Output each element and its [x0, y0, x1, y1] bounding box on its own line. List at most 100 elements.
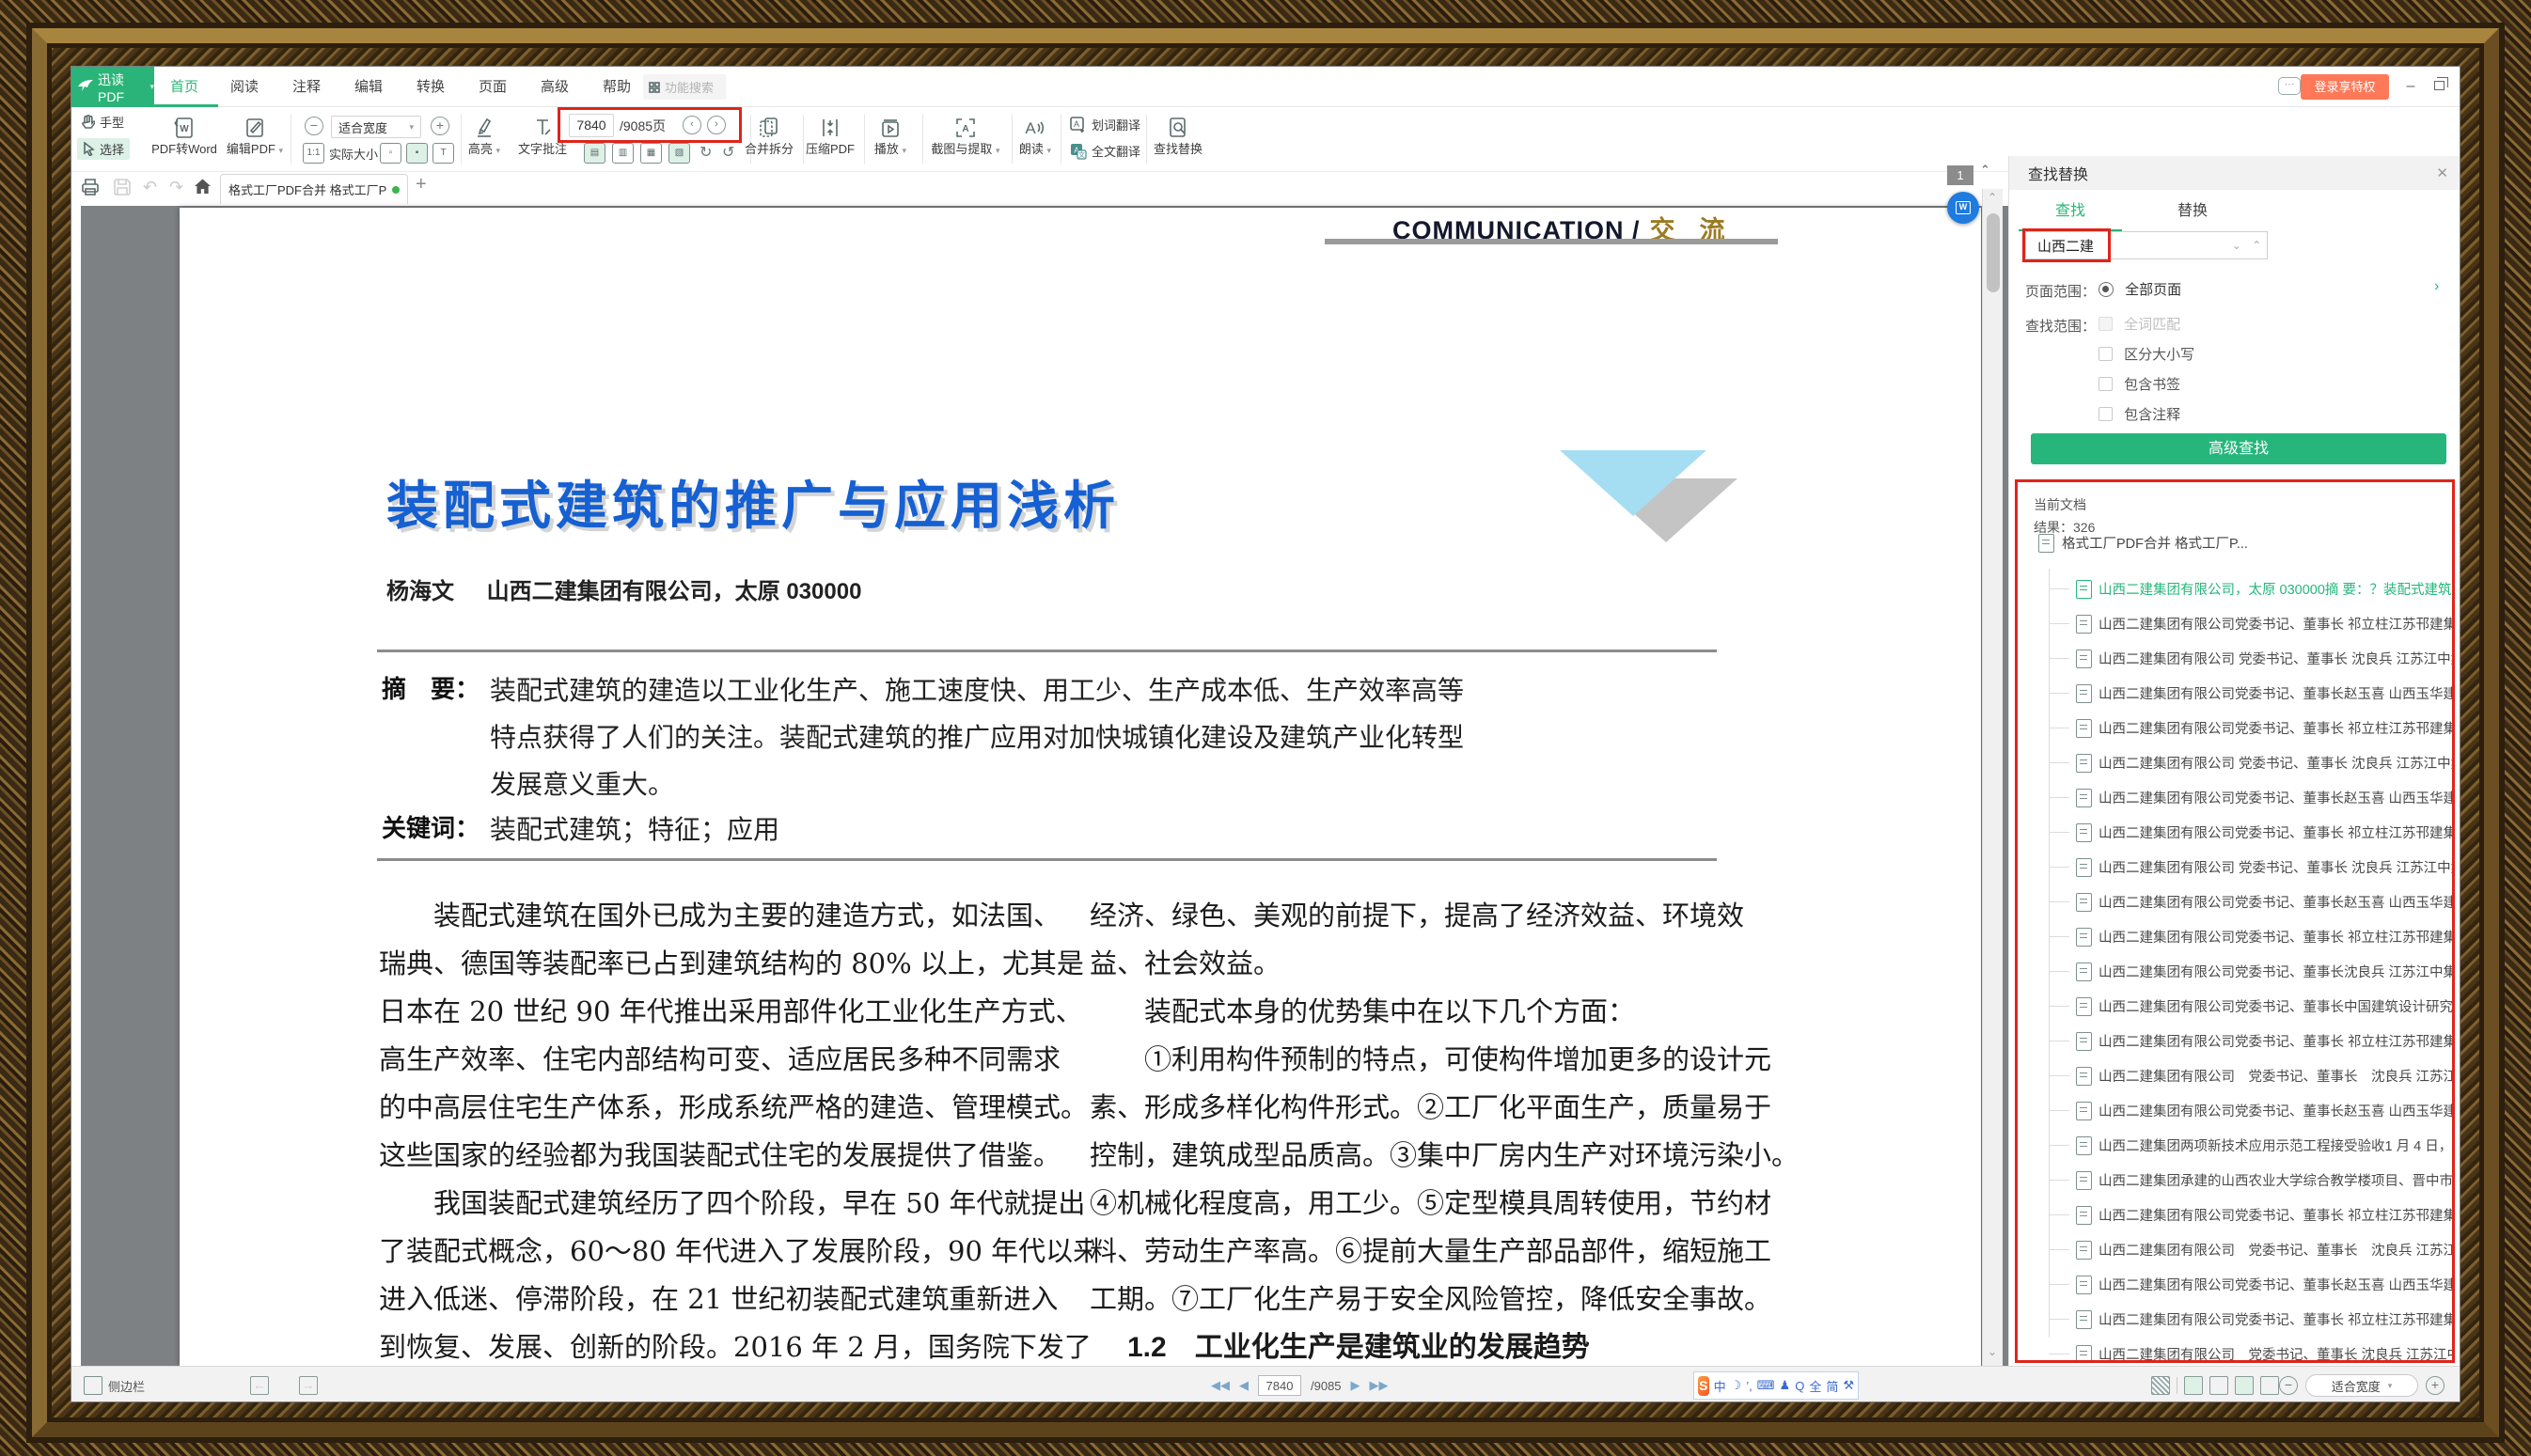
two-page-view-icon[interactable]: [2209, 1376, 2228, 1395]
edit-pdf-button[interactable]: 编辑PDF ▾: [222, 115, 288, 157]
last-page-button[interactable]: ▶▶: [1370, 1378, 1389, 1393]
prev-page-button[interactable]: ‹: [683, 115, 701, 134]
expand-range-chevron-icon[interactable]: ›: [2434, 278, 2439, 295]
single-page-view-icon[interactable]: [2184, 1376, 2203, 1395]
hand-tool-button[interactable]: 手型: [81, 113, 124, 131]
tab-edit[interactable]: 编辑: [346, 67, 391, 107]
page-number-input[interactable]: 7840: [569, 114, 614, 137]
save-button[interactable]: [113, 178, 132, 199]
panel-close-icon[interactable]: ✕: [2436, 164, 2448, 181]
checkbox-whole-word[interactable]: 全词匹配: [2099, 314, 2180, 334]
history-forward-button[interactable]: →: [299, 1367, 318, 1402]
ime-toolbar[interactable]: S 中 ☽ ’, ⌨ ♟ Q 全 简 ⚒: [1693, 1371, 1859, 1400]
first-page-button[interactable]: ◀◀: [1211, 1378, 1230, 1393]
rotate-ccw-button[interactable]: ↺: [722, 143, 734, 162]
tab-convert[interactable]: 转换: [408, 67, 453, 107]
zoom-out-button[interactable]: −: [2279, 1376, 2298, 1395]
prev-page-button[interactable]: ◀: [1239, 1378, 1249, 1393]
advanced-search-button[interactable]: 高级查找: [2031, 433, 2446, 464]
result-item[interactable]: 山西二建集团有限公司党委书记、董事长 祁立柱江苏邗建集团有限公司...: [2018, 711, 2452, 745]
result-item[interactable]: 山西二建集团有限公司党委书记、董事长 祁立柱江苏邗建集团有限公司...: [2018, 919, 2452, 954]
rotate-cw-button[interactable]: ↻: [700, 143, 712, 162]
full-translate-button[interactable]: A文 全文翻译: [1070, 142, 1140, 160]
checkbox-match-case[interactable]: 区分大小写: [2099, 344, 2194, 364]
feedback-chat-icon[interactable]: ⋯: [2278, 77, 2301, 95]
checkbox-include-annotations[interactable]: 包含注释: [2099, 404, 2180, 424]
result-item[interactable]: 山西二建集团有限公司党委书记、董事长中国建筑设计研究院顾问总工程...: [2018, 989, 2452, 1024]
scroll-up-arrow[interactable]: ⌃: [1988, 191, 1997, 204]
pdf-to-word-button[interactable]: W PDF转Word: [151, 115, 217, 157]
tab-annotate[interactable]: 注释: [284, 67, 329, 107]
select-tool-button[interactable]: 选择: [77, 138, 130, 160]
print-button[interactable]: [81, 178, 100, 199]
collapse-chevron-icon[interactable]: ⌃: [1980, 163, 1990, 178]
document-viewer[interactable]: COMMUNICATION /交流 装配式建筑的推广与应用浅析 杨海文 山西二建…: [81, 206, 2008, 1366]
result-item[interactable]: 山西二建集团有限公司，太原 030000摘 要：？装配式建筑的建造以工...: [2018, 571, 2452, 606]
tab-home[interactable]: 首页: [162, 67, 207, 107]
result-item[interactable]: 山西二建集团两项新技术应用示范工程接受验收1 月 4 日，山西二建集团...: [2018, 1128, 2452, 1163]
grid-view-button[interactable]: ▦: [640, 143, 662, 164]
restore-button[interactable]: [2434, 81, 2445, 90]
ime-full-label[interactable]: 全: [1809, 1377, 1821, 1395]
ime-lang-toggle[interactable]: 中: [1714, 1377, 1726, 1395]
chevron-down-icon[interactable]: ⌄: [2232, 239, 2241, 252]
fit-page-view-button[interactable]: ▫: [380, 143, 401, 164]
result-item[interactable]: 山西二建集团有限公司党委书记、董事长 祁立柱江苏邗建集团有限公司...: [2018, 606, 2452, 641]
result-item[interactable]: 山西二建集团有限公司党委书记、董事长赵玉喜 山西玉华建设集团有限...: [2018, 1093, 2452, 1128]
search-prev-next[interactable]: ⌄ ⌃: [2226, 231, 2268, 259]
history-back-button[interactable]: ←: [250, 1367, 269, 1402]
result-item[interactable]: 山西二建集团有限公司党委书记、董事长 祁立柱江苏邗建集团有限公司...: [2018, 815, 2452, 850]
word-translate-button[interactable]: A 划词翻译: [1070, 116, 1140, 133]
close-button[interactable]: ×: [2452, 76, 2460, 97]
result-item[interactable]: 山西二建集团有限公司 党委书记、董事长 沈良兵 江苏江中集团有限公司...: [2018, 641, 2452, 676]
tab-page[interactable]: 页面: [470, 67, 515, 107]
result-item[interactable]: 山西二建集团有限公司党委书记、董事长沈良兵 江苏江中集团有限公司...: [2018, 954, 2452, 989]
login-button[interactable]: 登录享特权: [2301, 74, 2389, 100]
tab-find[interactable]: 查找: [2019, 197, 2122, 231]
feature-search-input[interactable]: 功能搜索: [643, 74, 726, 100]
result-item[interactable]: 山西二建集团有限公司 党委书记、董事长 沈良兵 江苏江中集团有限...: [2018, 1337, 2452, 1363]
compress-pdf-button[interactable]: 压缩PDF: [797, 115, 863, 157]
sidebar-toggle[interactable]: 侧边栏: [84, 1367, 145, 1402]
result-item[interactable]: 山西二建集团有限公司党委书记、董事长 祁立柱江苏邗建集团有限公司...: [2018, 1024, 2452, 1058]
merge-split-button[interactable]: 合并拆分: [736, 115, 802, 157]
result-item[interactable]: 山西二建集团有限公司 党委书记、董事长 沈良兵 江苏江中集团有限公司...: [2018, 850, 2452, 885]
result-item[interactable]: 山西二建集团有限公司党委书记、董事长赵玉喜 山西玉华建设集团有限...: [2018, 885, 2452, 919]
result-item[interactable]: 山西二建集团有限公司党委书记、董事长赵玉喜 山西玉华建设集团有限...: [2018, 1267, 2452, 1302]
undo-button[interactable]: ↶: [143, 178, 157, 197]
new-tab-button[interactable]: +: [416, 174, 427, 196]
result-item[interactable]: 山西二建集团有限公司党委书记、董事长 祁立柱江苏邗建集团有限公司...: [2018, 1198, 2452, 1232]
checkbox-include-bookmarks[interactable]: 包含书签: [2099, 374, 2180, 394]
single-page-view-button[interactable]: ▤: [584, 143, 605, 164]
background-pattern-icon[interactable]: [2151, 1376, 2170, 1395]
chevron-up-icon[interactable]: ⌃: [2252, 239, 2261, 252]
redo-button[interactable]: ↷: [169, 178, 183, 197]
two-page-view-button[interactable]: ▥: [612, 143, 634, 164]
continuous-view-icon[interactable]: [2235, 1376, 2254, 1395]
tab-replace[interactable]: 替换: [2141, 197, 2244, 229]
ime-wrench-icon[interactable]: ⚒: [1843, 1378, 1854, 1393]
zoom-in-button[interactable]: +: [431, 117, 449, 135]
tab-read[interactable]: 阅读: [222, 67, 267, 107]
app-logo[interactable]: 迅读PDF ▾: [71, 67, 154, 107]
result-item[interactable]: 山西二建集团有限公司 党委书记、董事长 沈良兵 江苏江中集团有限...: [2018, 1232, 2452, 1267]
ime-keyboard-icon[interactable]: ⌨: [1757, 1378, 1775, 1393]
document-file-tab[interactable]: 格式工厂PDF合并 格式工厂PD...: [220, 174, 408, 204]
text-reflow-button[interactable]: T: [432, 143, 454, 164]
find-replace-button[interactable]: 查找替换: [1145, 115, 1211, 157]
result-item[interactable]: 山西二建集团有限公司 党委书记、董事长 沈良兵 江苏江中集团有限公司...: [2018, 745, 2452, 780]
highlight-button[interactable]: 高亮 ▾: [455, 115, 513, 157]
actual-size-button[interactable]: 1:1 实际大小: [303, 143, 378, 164]
results-root-item[interactable]: 格式工厂PDF合并 格式工厂P...: [2038, 533, 2452, 553]
result-item[interactable]: 山西二建集团承建的山西农业大学综合教学楼项目、晋中市公共租赁住房...: [2018, 1163, 2452, 1198]
facing-view-icon[interactable]: [2260, 1376, 2279, 1395]
floating-word-convert-button[interactable]: W: [1947, 192, 1979, 224]
scroll-down-arrow[interactable]: ⌄: [1988, 1345, 1997, 1358]
scroll-view-button[interactable]: ▧: [668, 143, 690, 164]
next-page-button[interactable]: ▶: [1351, 1378, 1360, 1393]
snapshot-extract-button[interactable]: A 截图与提取 ▾: [922, 115, 1009, 157]
result-item[interactable]: 山西二建集团有限公司党委书记、董事长赵玉喜 山西玉华建设集团有限...: [2018, 676, 2452, 711]
zoom-mode-select[interactable]: 适合宽度▾: [331, 116, 421, 138]
ime-halfmoon-icon[interactable]: ☽: [1731, 1378, 1742, 1393]
play-button[interactable]: 播放 ▾: [857, 115, 923, 157]
